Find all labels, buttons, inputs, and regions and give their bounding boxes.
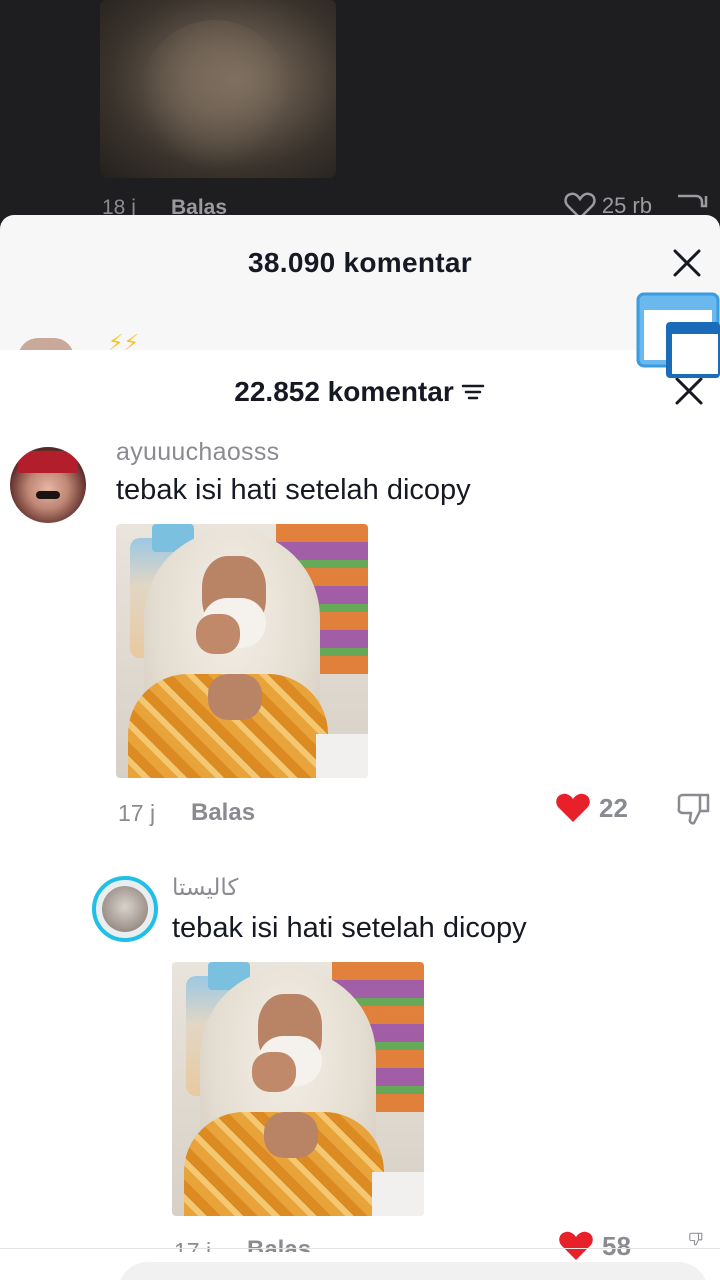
dislike-icon[interactable] <box>676 792 712 826</box>
comment-sheet-header: 22.852 komentar <box>0 376 720 408</box>
background-video[interactable]: 18 j Balas 25 rb <box>0 0 720 230</box>
background-comment-image <box>100 0 336 178</box>
reply-button[interactable]: Balas <box>247 1236 311 1252</box>
comment-count-title: 22.852 komentar <box>234 376 454 407</box>
avatar[interactable] <box>92 876 158 942</box>
heart-filled-icon <box>559 1231 593 1260</box>
dislike-icon[interactable] <box>678 1232 714 1246</box>
comment-input-divider <box>0 1248 720 1249</box>
like-button[interactable]: 22 <box>555 792 628 824</box>
picture-in-picture-icon[interactable] <box>636 292 720 382</box>
comment-time: 17 j <box>174 1238 212 1252</box>
comment-username[interactable]: ayuuuchaosss <box>116 438 279 467</box>
comment-username[interactable]: كاليستا <box>172 874 238 901</box>
reply-button[interactable]: Balas <box>191 799 255 827</box>
avatar[interactable] <box>10 447 86 523</box>
filter-icon[interactable] <box>460 379 486 405</box>
comment-text: tebak isi hati setelah dicopy <box>116 474 471 506</box>
like-count: 58 <box>602 1230 631 1261</box>
comment-time: 17 j <box>118 800 156 826</box>
comment-text: tebak isi hati setelah dicopy <box>172 912 527 944</box>
heart-filled-icon <box>556 793 590 822</box>
comment-image[interactable] <box>172 962 424 1216</box>
like-button[interactable]: 58 <box>558 1230 631 1262</box>
like-count: 22 <box>599 792 628 823</box>
comment-image[interactable] <box>116 524 368 778</box>
comment-input[interactable] <box>118 1262 708 1280</box>
back-sheet-title: 38.090 komentar <box>248 247 472 278</box>
close-icon[interactable] <box>670 246 704 280</box>
